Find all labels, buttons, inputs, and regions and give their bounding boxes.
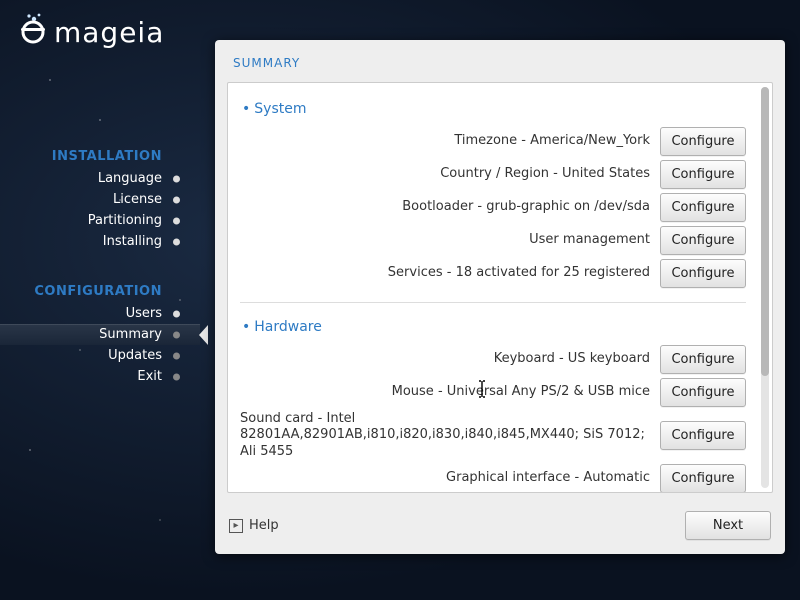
- row-label: User management: [240, 232, 650, 248]
- row-label: Mouse - Universal Any PS/2 & USB mice: [240, 384, 650, 400]
- row-label: Country / Region - United States: [240, 166, 650, 182]
- summary-body: •System Timezone - America/New_York Conf…: [227, 82, 773, 493]
- panel-footer: ▸ Help Next: [215, 501, 785, 554]
- sidebar-item-installing: Installing: [0, 231, 200, 252]
- row-services: Services - 18 activated for 25 registere…: [240, 259, 746, 288]
- help-button[interactable]: ▸ Help: [229, 518, 279, 533]
- brand-text: mageia: [54, 16, 164, 49]
- section-system: •System: [238, 95, 748, 127]
- row-country: Country / Region - United States Configu…: [240, 160, 746, 189]
- sidebar-item-partitioning: Partitioning: [0, 210, 200, 231]
- summary-scroll[interactable]: •System Timezone - America/New_York Conf…: [228, 83, 758, 492]
- help-label: Help: [249, 518, 279, 533]
- row-label: Sound card - Intel 82801AA,82901AB,i810,…: [240, 411, 650, 460]
- row-label: Timezone - America/New_York: [240, 133, 650, 149]
- row-timezone: Timezone - America/New_York Configure: [240, 127, 746, 156]
- configure-country-button[interactable]: Configure: [660, 160, 746, 189]
- sidebar-item-updates: Updates: [0, 345, 200, 366]
- row-user-management: User management Configure: [240, 226, 746, 255]
- panel-title: SUMMARY: [215, 40, 785, 82]
- section-hardware: •Hardware: [238, 313, 748, 345]
- row-soundcard: Sound card - Intel 82801AA,82901AB,i810,…: [240, 411, 746, 460]
- sidebar-item-summary: Summary: [0, 324, 200, 345]
- scrollbar-track[interactable]: [761, 87, 769, 488]
- scrollbar-thumb[interactable]: [761, 87, 769, 376]
- row-keyboard: Keyboard - US keyboard Configure: [240, 345, 746, 374]
- row-label: Bootloader - grub-graphic on /dev/sda: [240, 199, 650, 215]
- configure-bootloader-button[interactable]: Configure: [660, 193, 746, 222]
- row-bootloader: Bootloader - grub-graphic on /dev/sda Co…: [240, 193, 746, 222]
- configure-mouse-button[interactable]: Configure: [660, 378, 746, 407]
- row-label: Keyboard - US keyboard: [240, 351, 650, 367]
- next-button[interactable]: Next: [685, 511, 771, 540]
- play-icon: ▸: [229, 519, 243, 533]
- sidebar-item-license: License: [0, 189, 200, 210]
- configure-graphics-button[interactable]: Configure: [660, 464, 746, 492]
- configure-users-button[interactable]: Configure: [660, 226, 746, 255]
- section-divider: [240, 302, 746, 303]
- configure-timezone-button[interactable]: Configure: [660, 127, 746, 156]
- sidebar-item-exit: Exit: [0, 366, 200, 387]
- configure-keyboard-button[interactable]: Configure: [660, 345, 746, 374]
- row-graphical: Graphical interface - Automatic Configur…: [240, 464, 746, 492]
- sidebar-header-installation: INSTALLATION: [0, 145, 200, 168]
- installer-sidebar: INSTALLATION Language License Partitioni…: [0, 145, 200, 387]
- summary-panel: SUMMARY •System Timezone - America/New_Y…: [215, 40, 785, 554]
- row-mouse: Mouse - Universal Any PS/2 & USB mice Co…: [240, 378, 746, 407]
- brand-logo: mageia: [18, 12, 164, 52]
- row-label: Graphical interface - Automatic: [240, 470, 650, 486]
- cauldron-icon: [18, 12, 48, 52]
- configure-sound-button[interactable]: Configure: [660, 421, 746, 450]
- configure-services-button[interactable]: Configure: [660, 259, 746, 288]
- row-label: Services - 18 activated for 25 registere…: [240, 265, 650, 281]
- sidebar-header-configuration: CONFIGURATION: [0, 280, 200, 303]
- sidebar-item-users: Users: [0, 303, 200, 324]
- sidebar-item-language: Language: [0, 168, 200, 189]
